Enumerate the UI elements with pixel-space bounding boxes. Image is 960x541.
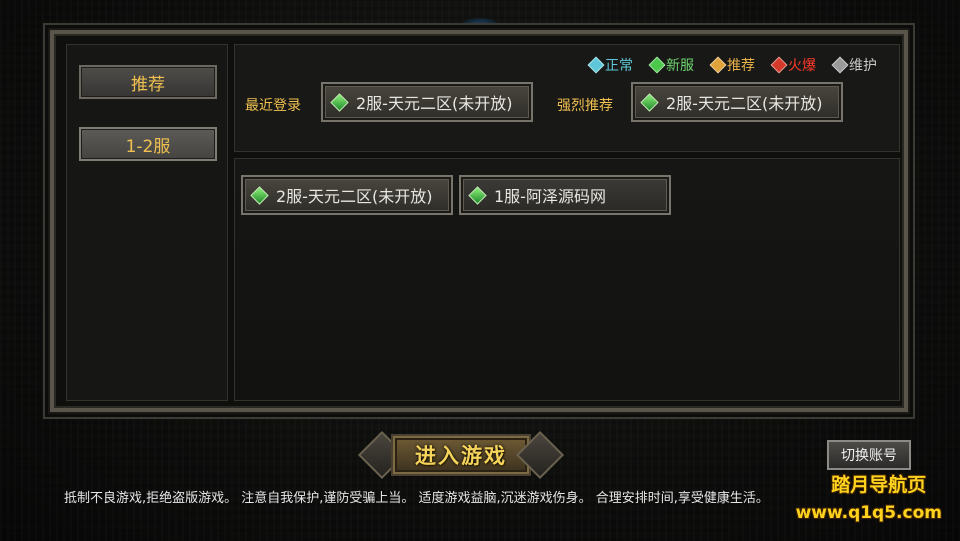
switch-account-button[interactable]: 切换账号: [827, 440, 911, 470]
legend-label: 维护: [849, 58, 877, 74]
green-gem-icon: [330, 92, 349, 112]
red-diamond-icon: [770, 56, 788, 74]
sidebar-item-recommended[interactable]: 推荐: [79, 65, 217, 99]
server-name: 2服-天元二区(未开放): [666, 94, 823, 113]
site-watermark: 踏月导航页 www.q1q5.com: [796, 470, 942, 523]
server-select-frame: 推荐 1-2服 正常 新服 推荐 火爆 维护 最近登录 2服-天元二区(未开放)…: [48, 28, 910, 414]
cyan-diamond-icon: [587, 56, 605, 74]
recommended-label: 强烈推荐: [557, 98, 613, 114]
sidebar-item-label: 1-2服: [125, 136, 171, 157]
green-gem-icon: [640, 92, 659, 112]
quick-server-panel: 正常 新服 推荐 火爆 维护 最近登录 2服-天元二区(未开放) 强烈推荐 2服…: [234, 44, 900, 152]
green-diamond-icon: [648, 56, 666, 74]
legend-label: 火爆: [788, 58, 816, 74]
sidebar-item-servers-1-2[interactable]: 1-2服: [79, 127, 217, 161]
legend-item-new: 新服: [648, 55, 694, 75]
legend-item-recommended: 推荐: [709, 55, 755, 75]
enter-game-button[interactable]: 进入游戏: [356, 430, 566, 480]
server-name: 2服-天元二区(未开放): [356, 94, 513, 113]
legend-label: 新服: [666, 58, 694, 74]
status-legend: 正常 新服 推荐 火爆 维护: [587, 55, 877, 75]
server-name: 1服-阿泽源码网: [494, 187, 606, 206]
legend-label: 推荐: [727, 58, 755, 74]
grey-diamond-icon: [831, 56, 849, 74]
legend-item-hot: 火爆: [770, 55, 816, 75]
green-gem-icon: [468, 185, 487, 205]
watermark-url: www.q1q5.com: [795, 503, 942, 523]
legend-item-normal: 正常: [587, 55, 633, 75]
recent-server-button[interactable]: 2服-天元二区(未开放): [321, 82, 533, 122]
recent-login-label: 最近登录: [245, 98, 301, 114]
sidebar-item-label: 推荐: [131, 74, 165, 95]
server-list-item[interactable]: 2服-天元二区(未开放): [241, 175, 453, 215]
server-list-item[interactable]: 1服-阿泽源码网: [459, 175, 671, 215]
server-name: 2服-天元二区(未开放): [276, 187, 433, 206]
legend-label: 正常: [605, 58, 633, 74]
server-group-sidebar: 推荐 1-2服: [66, 44, 228, 401]
watermark-title: 踏月导航页: [831, 474, 927, 496]
legend-item-maintenance: 维护: [831, 55, 877, 75]
enter-game-label: 进入游戏: [393, 436, 529, 474]
green-gem-icon: [250, 185, 269, 205]
health-notice: 抵制不良游戏,拒绝盗版游戏。 注意自我保护,谨防受骗上当。 适度游戏益脑,沉迷游…: [64, 491, 769, 506]
server-list-panel: 2服-天元二区(未开放) 1服-阿泽源码网: [234, 158, 900, 401]
recommended-server-button[interactable]: 2服-天元二区(未开放): [631, 82, 843, 122]
orange-diamond-icon: [709, 56, 727, 74]
